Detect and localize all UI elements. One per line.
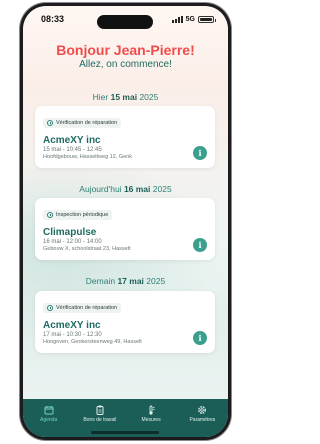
tab-mesures[interactable]: Mesures xyxy=(129,404,173,423)
info-button[interactable]: i xyxy=(193,238,207,252)
appointment-card[interactable]: Vérification de réparation AcmeXY inc 17… xyxy=(35,291,215,353)
tab-label: Bons de travail xyxy=(83,417,117,423)
day-date: 16 mai xyxy=(123,184,151,194)
day-prefix: Hier xyxy=(92,92,109,102)
tab-bons-de-travail[interactable]: Bons de travail xyxy=(78,404,122,423)
day-year: 2025 xyxy=(139,92,159,102)
appointment-type: Inspection périodique xyxy=(56,212,109,218)
client-name: Climapulse xyxy=(43,227,97,238)
appointment-type-chip: Inspection périodique xyxy=(43,210,113,220)
status-time: 08:33 xyxy=(41,14,65,24)
appointment-time: 16 mai - 12:00 - 14:00 xyxy=(43,239,102,245)
greeting-subtitle: Allez, on commence! xyxy=(79,59,172,70)
appointment-time: 17 mai - 10:30 - 12:30 xyxy=(43,332,102,338)
info-button[interactable]: i xyxy=(193,331,207,345)
appointment-address: Hoogoven, Genkersteenweg 49, Hasselt xyxy=(43,339,142,345)
day-header-tomorrow: Demain 17 mai 2025 xyxy=(23,276,228,286)
clock-icon xyxy=(47,212,53,218)
signal-icon xyxy=(171,15,183,23)
phone-frame: 08:33 5G Bonjour Jean-Pierre! Allez, on … xyxy=(20,3,231,440)
day-date: 17 mai xyxy=(117,276,144,286)
clock-icon xyxy=(47,305,53,311)
gear-icon xyxy=(197,404,208,415)
appointment-address: Gebouw X, schoolstraat 23, Hasselt xyxy=(43,246,131,252)
info-icon: i xyxy=(198,240,202,250)
appointment-card[interactable]: Vérification de réparation AcmeXY inc 15… xyxy=(35,106,215,168)
day-header-today: Aujourd'hui 16 mai 2025 xyxy=(23,184,228,194)
info-icon: i xyxy=(198,333,202,343)
day-year: 2025 xyxy=(152,184,172,194)
day-year: 2025 xyxy=(146,276,166,286)
tab-label: Paramètres xyxy=(189,417,216,423)
battery-icon xyxy=(198,15,216,23)
calendar-icon xyxy=(43,404,54,415)
appointment-type-chip: Vérification de réparation xyxy=(43,118,122,128)
tab-parametres[interactable]: Paramètres xyxy=(180,404,224,423)
tab-agenda[interactable]: Agenda xyxy=(27,404,71,423)
clipboard-icon xyxy=(94,404,105,415)
info-icon: i xyxy=(198,148,202,158)
home-indicator[interactable] xyxy=(91,431,159,434)
day-prefix: Aujourd'hui xyxy=(79,184,122,194)
day-header-yesterday: Hier 15 mai 2025 xyxy=(23,92,228,102)
clock-icon xyxy=(47,120,53,126)
appointment-time: 15 mai - 10:45 - 12:45 xyxy=(43,147,102,153)
appointment-type: Vérification de réparation xyxy=(56,120,118,126)
day-prefix: Demain xyxy=(85,276,116,286)
client-name: AcmeXY inc xyxy=(43,135,101,146)
thermometer-icon xyxy=(146,404,157,415)
appointment-card[interactable]: Inspection périodique Climapulse 16 mai … xyxy=(35,198,215,260)
tab-label: Agenda xyxy=(40,417,58,423)
appointment-type-chip: Vérification de réparation xyxy=(43,303,122,313)
network-label: 5G xyxy=(185,15,195,23)
appointment-address: Hoofdgebouw, Hasseltweg 12, Genk xyxy=(43,154,132,160)
info-button[interactable]: i xyxy=(193,146,207,160)
day-date: 15 mai xyxy=(110,92,138,102)
client-name: AcmeXY inc xyxy=(43,320,101,331)
status-indicators: 5G xyxy=(171,15,216,23)
app-screen: 08:33 5G Bonjour Jean-Pierre! Allez, on … xyxy=(23,6,228,437)
tab-label: Mesures xyxy=(141,417,161,423)
greeting-title: Bonjour Jean-Pierre! xyxy=(56,42,195,58)
dynamic-island xyxy=(97,15,153,29)
appointment-type: Vérification de réparation xyxy=(56,305,118,311)
